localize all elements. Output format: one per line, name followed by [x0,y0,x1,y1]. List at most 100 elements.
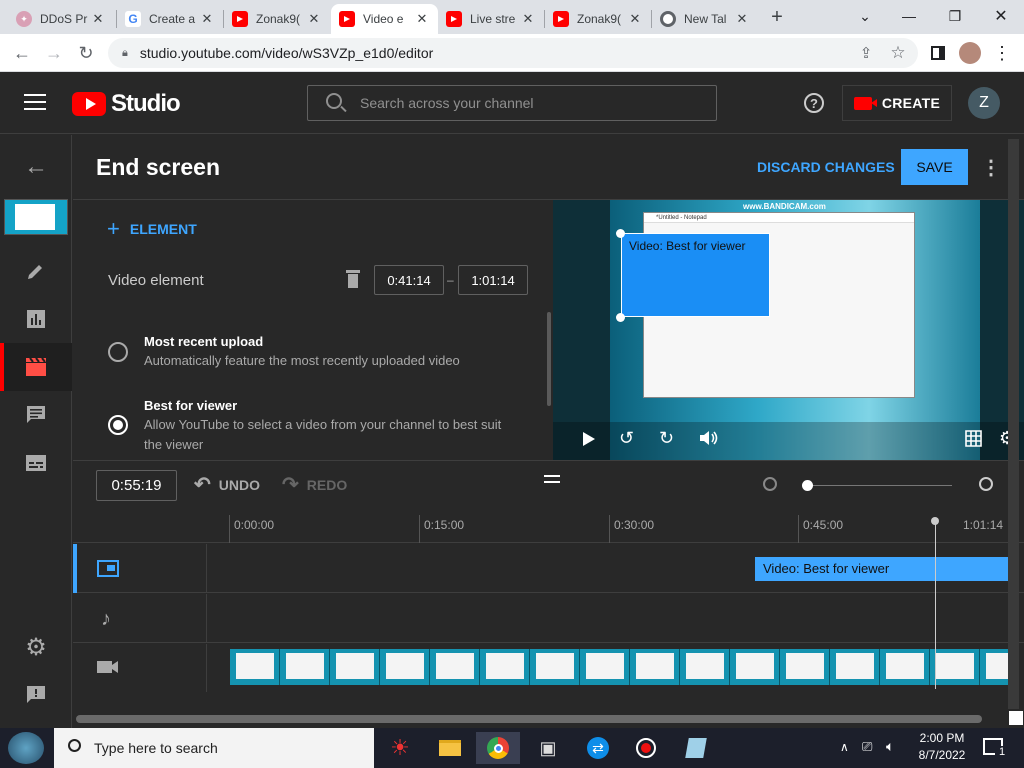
horizontal-scrollbar[interactable] [76,715,982,723]
settings-gear-icon[interactable]: ⚙ [22,633,50,661]
video-filmstrip[interactable] [230,649,1008,685]
zoom-out-icon[interactable] [763,477,777,491]
filmstrip-frame [830,649,880,685]
help-icon[interactable]: ? [804,93,824,113]
network-icon[interactable]: ⎚ [862,739,872,755]
close-icon[interactable]: ✕ [90,11,106,27]
video-thumbnail[interactable] [4,199,68,235]
trash-icon[interactable] [346,270,360,288]
zoom-in-icon[interactable] [979,477,993,491]
end-time-input[interactable]: 1:01:14 [458,265,528,295]
app-box-icon[interactable]: ▣ [526,732,570,764]
file-explorer-icon[interactable] [428,732,472,764]
close-icon[interactable]: ✕ [414,11,430,27]
end-screen-clip[interactable]: Video: Best for viewer [755,557,1008,581]
drag-handle[interactable] [544,475,560,483]
current-time-input[interactable]: 0:55:19 [96,470,177,501]
end-screen-track: Video: Best for viewer [73,544,1024,593]
browser-tab[interactable]: New Tal ✕ [652,4,758,34]
start-time-input[interactable]: 0:41:14 [374,265,444,295]
close-icon[interactable]: ✕ [734,11,750,27]
panel-scrollbar[interactable] [547,312,551,406]
zoom-slider[interactable] [808,485,952,486]
edit-pencil-icon[interactable] [22,257,50,285]
speaker-icon[interactable]: 🔈︎ [886,738,894,755]
chevron-down-icon[interactable]: ⌄ [842,0,888,32]
chrome-icon[interactable] [476,732,520,764]
end-screen-video-element[interactable]: Video: Best for viewer [621,233,770,317]
url-field[interactable]: 🔒︎ studio.youtube.com/video/wS3VZp_e1d0/… [108,38,918,68]
notepad-icon[interactable] [674,732,718,764]
minimize-icon[interactable]: — [886,0,932,32]
tab-label: Zonak9( [256,12,301,26]
browser-tab[interactable]: Live stre ✕ [438,4,544,34]
start-button-icon[interactable] [8,732,44,764]
clock-date: 8/7/2022 [918,748,966,762]
clock[interactable]: 2:00 PM 8/7/2022 [912,731,972,762]
app-sun-icon[interactable]: ☀ [378,732,422,764]
close-icon[interactable]: ✕ [306,11,322,27]
more-options-icon[interactable]: ⋮ [981,155,1001,180]
subtitles-icon[interactable] [22,449,50,477]
grid-icon[interactable] [965,430,982,452]
hamburger-menu-icon[interactable] [24,94,46,112]
youtube-icon [553,11,569,27]
window-close-icon[interactable]: ✕ [978,0,1024,32]
kebab-menu-icon[interactable]: ⋮ [988,39,1016,67]
filmstrip-frame [280,649,330,685]
restore-icon[interactable]: ❐ [932,0,978,32]
undo-button[interactable]: ↶ UNDO [194,475,260,495]
share-icon[interactable]: ⇪ [852,39,880,67]
studio-logo[interactable]: Studio [72,90,181,118]
close-icon[interactable]: ✕ [199,11,215,27]
resize-handle[interactable] [616,229,625,238]
play-icon[interactable] [583,432,595,446]
analytics-icon[interactable] [22,305,50,333]
filmstrip-frame [380,649,430,685]
reload-icon[interactable]: ↻ [72,39,100,67]
taskbar-search-input[interactable]: Type here to search [54,728,374,768]
side-panel-icon[interactable] [924,39,952,67]
volume-icon[interactable] [699,430,719,446]
close-icon[interactable]: ✕ [520,11,536,27]
avatar[interactable]: Z [968,87,1000,119]
element-name-label: Video element [108,272,204,289]
radio-most-recent[interactable] [108,342,128,362]
teamviewer-icon[interactable]: ⇄ [576,732,620,764]
browser-tab[interactable]: ✦ DDoS Pr ✕ [8,4,114,34]
redo-button[interactable]: ↷ REDO [282,475,347,495]
radio-best-for-viewer[interactable] [108,415,128,435]
browser-tab[interactable]: Zonak9( ✕ [224,4,330,34]
playhead[interactable] [935,521,936,689]
bookmark-star-icon[interactable]: ☆ [884,39,912,67]
sidebar-item-editor[interactable] [0,343,72,391]
playhead-knob[interactable] [931,517,939,525]
save-button[interactable]: SAVE [901,149,968,185]
vertical-scrollbar-track[interactable] [1008,139,1019,709]
add-element-button[interactable]: + ELEMENT [107,218,197,240]
search-placeholder: Search across your channel [360,95,534,111]
forward-icon[interactable]: → [40,39,68,67]
zoom-slider-thumb[interactable] [802,480,813,491]
rewind-10-icon[interactable]: ↺ [619,428,634,449]
new-tab-button[interactable]: + [764,6,790,30]
show-hidden-icons-icon[interactable]: ∧ [840,740,849,754]
comments-icon[interactable] [22,401,50,429]
video-preview[interactable]: www.BANDICAM.com *Untitled - Notepad Vid… [553,200,1024,460]
resize-handle[interactable] [616,313,625,322]
discard-changes-button[interactable]: DISCARD CHANGES [757,159,895,175]
back-arrow-icon[interactable]: ← [22,153,50,181]
back-icon[interactable]: ← [8,39,36,67]
browser-tab[interactable]: G Create a ✕ [117,4,223,34]
forward-10-icon[interactable]: ↻ [659,428,674,449]
timeline-ruler[interactable]: 0:00:00 0:15:00 0:30:00 0:45:00 1:01:14 [73,515,1024,543]
music-note-icon: ♪ [101,608,111,630]
search-input[interactable]: Search across your channel [307,85,717,121]
bandicam-icon[interactable] [624,732,668,764]
browser-tab[interactable]: Zonak9( ✕ [545,4,651,34]
feedback-icon[interactable] [22,681,50,709]
create-button[interactable]: CREATE [842,85,952,121]
profile-avatar-icon[interactable] [956,39,984,67]
close-icon[interactable]: ✕ [627,11,643,27]
browser-tab-active[interactable]: Video e ✕ [331,4,438,34]
